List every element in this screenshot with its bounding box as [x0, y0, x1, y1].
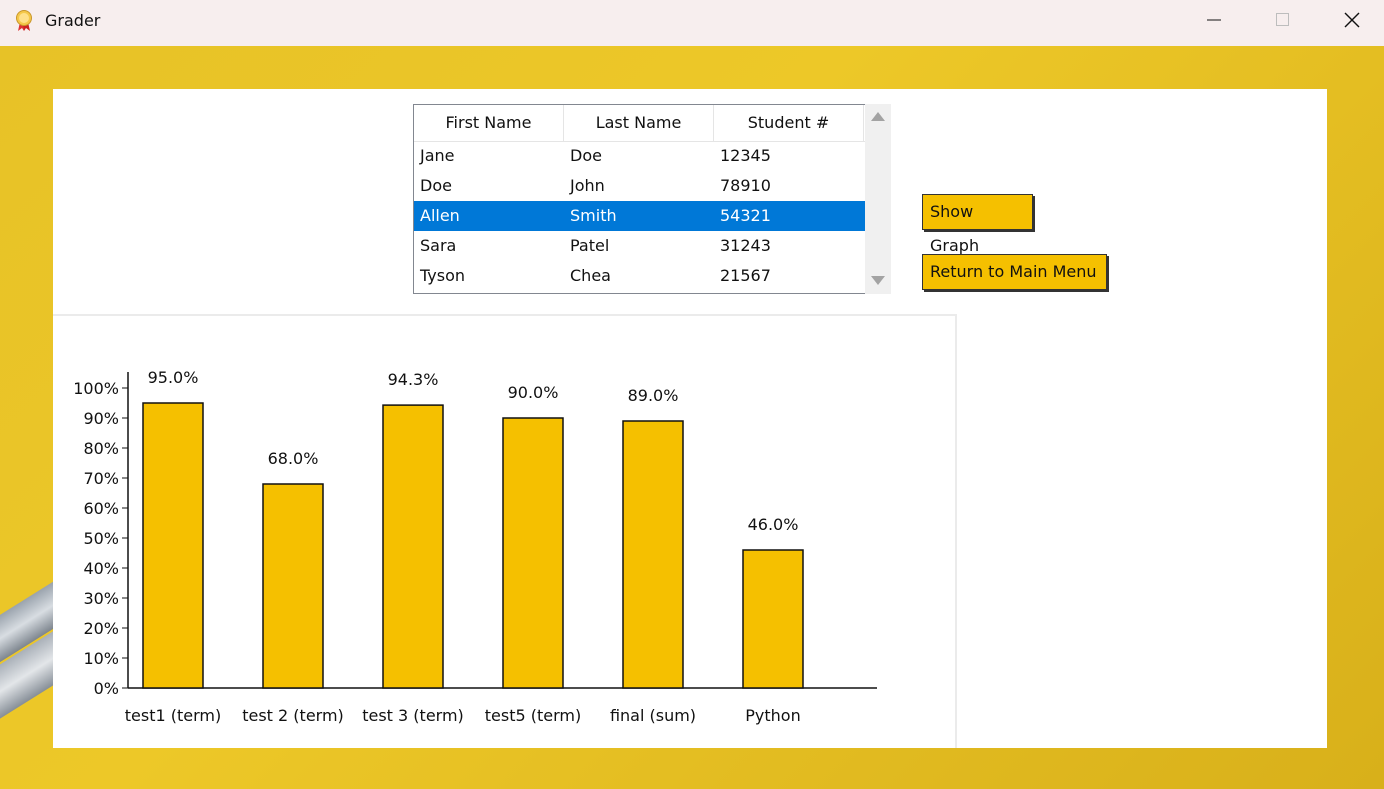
column-header-first-name[interactable]: First Name [414, 105, 564, 141]
cell-first-name: Doe [420, 176, 452, 195]
bar-value-label: 46.0% [748, 515, 799, 534]
scroll-up-icon[interactable] [871, 112, 885, 121]
bar-value-label: 89.0% [628, 386, 679, 405]
x-tick-label: test 2 (term) [242, 706, 344, 725]
window-title: Grader [45, 11, 101, 30]
y-tick-label: 40% [83, 559, 119, 578]
bar-value-label: 68.0% [268, 449, 319, 468]
cell-first-name: Sara [420, 236, 457, 255]
bar [382, 404, 444, 689]
return-to-main-menu-button[interactable]: Return to Main Menu [922, 254, 1107, 290]
minimize-button[interactable] [1180, 0, 1248, 40]
minimize-icon [1207, 19, 1221, 21]
table-row-selected[interactable]: Allen Smith 54321 [414, 201, 865, 231]
cell-first-name: Tyson [420, 266, 466, 285]
table-row[interactable]: Jane Doe 12345 [414, 141, 865, 171]
maximize-icon [1276, 13, 1289, 26]
maximize-button[interactable] [1249, 0, 1317, 40]
y-tick-label: 30% [83, 589, 119, 608]
title-bar: Grader [0, 0, 1384, 46]
cell-student-number: 78910 [720, 176, 771, 195]
x-tick-label: test1 (term) [125, 706, 221, 725]
cell-last-name: Smith [570, 206, 617, 225]
y-tick-label: 0% [94, 679, 119, 698]
bar-value-label: 94.3% [388, 370, 439, 389]
grade-bar-chart: 0% 10% 20% 30% 40% 50% 60% 70% 80% 90% 100% 95.0% te… [73, 368, 877, 725]
cell-last-name: John [570, 176, 605, 195]
student-table: First Name Last Name Student # Jane Doe … [413, 104, 866, 294]
x-tick-label: test 3 (term) [362, 706, 464, 725]
x-tick-label: test5 (term) [485, 706, 581, 725]
table-header: First Name Last Name Student # [414, 105, 865, 142]
bar [742, 549, 804, 689]
bar [262, 483, 324, 689]
y-tick-label: 80% [83, 439, 119, 458]
y-tick-label: 10% [83, 649, 119, 668]
column-header-last-name[interactable]: Last Name [564, 105, 714, 141]
y-tick-label: 100% [73, 379, 119, 398]
y-tick-label: 90% [83, 409, 119, 428]
cell-first-name: Jane [420, 146, 455, 165]
y-tick-label: 20% [83, 619, 119, 638]
table-row[interactable]: Doe John 78910 [414, 171, 865, 201]
bar [622, 420, 684, 689]
cell-student-number: 31243 [720, 236, 771, 255]
show-graph-button[interactable]: Show Graph [922, 194, 1033, 255]
cell-student-number: 12345 [720, 146, 771, 165]
y-tick-label: 50% [83, 529, 119, 548]
cell-last-name: Chea [570, 266, 611, 285]
scroll-down-icon[interactable] [871, 276, 885, 285]
cell-student-number: 54321 [720, 206, 771, 225]
y-tick-label: 70% [83, 469, 119, 488]
cell-student-number: 21567 [720, 266, 771, 285]
cell-first-name: Allen [420, 206, 460, 225]
y-tick-label: 60% [83, 499, 119, 518]
table-row[interactable]: Sara Patel 31243 [414, 231, 865, 261]
bar [502, 417, 564, 689]
table-scrollbar[interactable] [865, 104, 891, 294]
close-button[interactable] [1318, 0, 1384, 40]
cell-last-name: Patel [570, 236, 610, 255]
ribbon-badge-icon [16, 10, 32, 31]
bar-value-label: 90.0% [508, 383, 559, 402]
cell-last-name: Doe [570, 146, 602, 165]
bar [142, 402, 204, 689]
table-row[interactable]: Tyson Chea 21567 [414, 261, 865, 291]
close-icon [1344, 12, 1360, 28]
x-tick-label: Python [745, 706, 800, 725]
x-tick-label: final (sum) [610, 706, 696, 725]
bar-value-label: 95.0% [148, 368, 199, 387]
column-header-student-number[interactable]: Student # [714, 105, 864, 141]
